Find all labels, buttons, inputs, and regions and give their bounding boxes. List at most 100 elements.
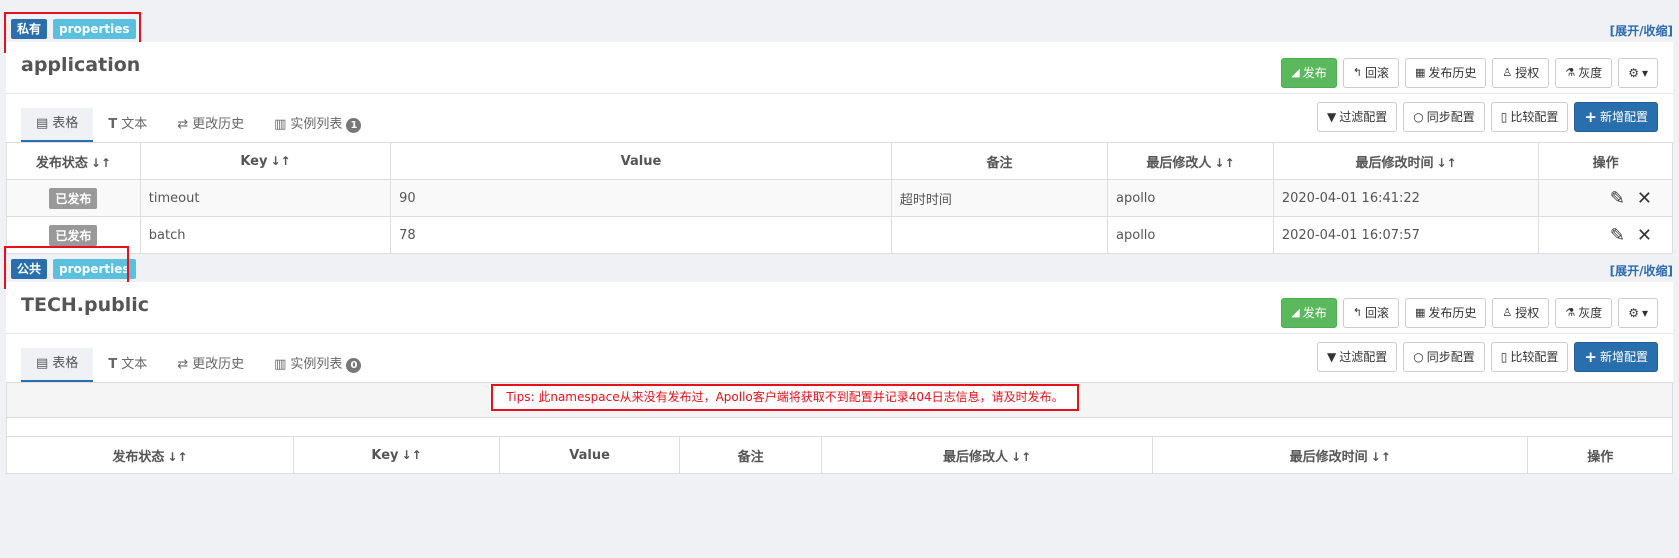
publish-button[interactable]: ◢ 发布 (1281, 298, 1337, 328)
col-key[interactable]: Key ↓↑ (139, 142, 392, 180)
calendar-icon: ▦ (1415, 66, 1426, 79)
tab-table[interactable]: ▤ 表格 (21, 348, 94, 382)
table-header: 发布状态 ↓↑ Key ↓↑ Value 备注 最后修改人 ↓↑ 最后修改时间 ↓↑ 操… (6, 436, 1673, 474)
cell-key: timeout (139, 179, 392, 217)
col-value: Value (390, 142, 892, 180)
gear-icon: ⚙ (1628, 306, 1639, 320)
rollback-icon: ↰ (1352, 306, 1362, 319)
expand-collapse-link[interactable]: [展开/收缩] (1610, 262, 1673, 279)
settings-dropdown-button[interactable]: ⚙ ▾ (1618, 298, 1658, 328)
tab-instances[interactable]: ▥ 实例列表 0 (259, 348, 376, 382)
tab-change-history[interactable]: ⇄ 更改历史 (162, 108, 259, 142)
add-config-button[interactable]: + 新增配置 (1574, 102, 1658, 132)
sort-icon: ↓↑ (167, 449, 188, 464)
table-icon: ▤ (36, 356, 49, 371)
rollback-button[interactable]: ↰ 回滚 (1342, 298, 1399, 328)
col-comment: 备注 (678, 436, 823, 474)
filter-icon: ▼ (1327, 110, 1337, 124)
instance-count-badge: 1 (346, 117, 362, 133)
gear-icon: ⚙ (1628, 66, 1639, 80)
namespace-title: application (21, 54, 141, 76)
sort-icon: ↓↑ (1214, 155, 1235, 170)
col-key[interactable]: Key ↓↑ (292, 436, 501, 474)
sync-icon: ○ (1413, 110, 1424, 124)
authorize-button[interactable]: ♙ 授权 (1492, 298, 1550, 328)
publish-history-button[interactable]: ▦ 发布历史 (1405, 58, 1487, 88)
col-status[interactable]: 发布状态 ↓↑ (6, 436, 294, 474)
config-table: 发布状态 ↓↑ Key ↓↑ Value 备注 最后修改人 ↓↑ 最后修改时间 ↓↑ 操… (6, 436, 1673, 474)
col-comment: 备注 (890, 142, 1109, 180)
list-icon: ▥ (274, 357, 287, 372)
col-operation: 操作 (1538, 142, 1673, 180)
send-icon: ◢ (1291, 306, 1300, 319)
status-badge: 已发布 (49, 187, 98, 209)
sort-icon: ↓↑ (270, 153, 291, 168)
filter-config-button[interactable]: ▼ 过滤配置 (1317, 342, 1398, 372)
flask-icon: ⚗ (1565, 66, 1576, 79)
gray-release-button[interactable]: ⚗ 灰度 (1555, 298, 1613, 328)
compare-config-button[interactable]: ▯ 比较配置 (1490, 102, 1569, 132)
user-icon: ♙ (1502, 306, 1513, 319)
calendar-icon: ▦ (1415, 306, 1426, 319)
col-modifier[interactable]: 最后修改人 ↓↑ (1107, 142, 1274, 180)
table-header: 发布状态 ↓↑ Key ↓↑ Value 备注 最后修改人 ↓↑ 最后修改时间 ↓↑ 操… (6, 142, 1673, 180)
table-icon: ▤ (36, 116, 49, 131)
sync-config-button[interactable]: ○ 同步配置 (1403, 102, 1485, 132)
tips-row: Tips: 此namespace从来没有发布过，Apollo客户端将获取不到配置… (6, 382, 1673, 418)
col-operation: 操作 (1527, 436, 1673, 474)
plus-icon: + (1584, 108, 1597, 126)
namespace-panel-application: 私有 properties [展开/收缩] application ◢ 发布 ↰ 回… (4, 0, 1673, 254)
filter-icon: ▼ (1327, 350, 1337, 364)
table-row: 已发布 timeout 90 超时时间 apollo 2020-04-01 16… (6, 179, 1673, 217)
edit-icon[interactable]: ✎ (1610, 188, 1625, 209)
instance-count-badge: 0 (346, 357, 362, 373)
sync-icon: ○ (1413, 350, 1424, 364)
plus-icon: + (1584, 348, 1597, 366)
publish-history-button[interactable]: ▦ 发布历史 (1405, 298, 1487, 328)
expand-collapse-link[interactable]: [展开/收缩] (1610, 22, 1673, 39)
flask-icon: ⚗ (1565, 306, 1576, 319)
authorize-button[interactable]: ♙ 授权 (1492, 58, 1550, 88)
publish-button[interactable]: ◢ 发布 (1281, 58, 1337, 88)
sort-icon: ↓↑ (1370, 449, 1391, 464)
sort-icon: ↓↑ (401, 447, 422, 462)
col-modifier[interactable]: 最后修改人 ↓↑ (821, 436, 1153, 474)
send-icon: ◢ (1291, 66, 1300, 79)
col-modified-time[interactable]: 最后修改时间 ↓↑ (1272, 142, 1540, 180)
retweet-icon: ⇄ (177, 117, 189, 132)
config-table: 发布状态 ↓↑ Key ↓↑ Value 备注 最后修改人 ↓↑ 最后修改时间 ↓↑ 操… (6, 142, 1673, 254)
settings-dropdown-button[interactable]: ⚙ ▾ (1618, 58, 1658, 88)
caret-down-icon: ▾ (1641, 306, 1648, 320)
add-config-button[interactable]: + 新增配置 (1574, 342, 1658, 372)
cell-modifier: apollo (1107, 179, 1274, 217)
tab-change-history[interactable]: ⇄ 更改历史 (162, 348, 259, 382)
tab-text[interactable]: T 文本 (93, 348, 162, 382)
sort-icon: ↓↑ (1011, 449, 1032, 464)
cell-time: 2020-04-01 16:41:22 (1272, 179, 1540, 217)
spacer (6, 418, 1673, 436)
compare-config-button[interactable]: ▯ 比较配置 (1490, 342, 1569, 372)
col-value: Value (499, 436, 680, 474)
cell-comment: 超时时间 (890, 179, 1109, 217)
sync-config-button[interactable]: ○ 同步配置 (1403, 342, 1485, 372)
sort-icon: ↓↑ (90, 155, 111, 170)
col-modified-time[interactable]: 最后修改时间 ↓↑ (1151, 436, 1529, 474)
sort-icon: ↓↑ (1436, 155, 1457, 170)
file-icon: ▯ (1500, 110, 1508, 124)
namespace-title: TECH.public (21, 294, 150, 316)
user-icon: ♙ (1502, 66, 1513, 79)
unpublished-tips: Tips: 此namespace从来没有发布过，Apollo客户端将获取不到配置… (491, 384, 1079, 411)
rollback-icon: ↰ (1352, 66, 1362, 79)
rollback-button[interactable]: ↰ 回滚 (1342, 58, 1399, 88)
tab-text[interactable]: T 文本 (93, 108, 162, 142)
col-status[interactable]: 发布状态 ↓↑ (6, 142, 141, 180)
text-icon: T (108, 117, 118, 132)
delete-icon[interactable]: ✕ (1637, 188, 1652, 209)
file-icon: ▯ (1500, 350, 1508, 364)
retweet-icon: ⇄ (177, 357, 189, 372)
text-icon: T (108, 357, 118, 372)
gray-release-button[interactable]: ⚗ 灰度 (1555, 58, 1613, 88)
tab-instances[interactable]: ▥ 实例列表 1 (259, 108, 376, 142)
filter-config-button[interactable]: ▼ 过滤配置 (1317, 102, 1398, 132)
tab-table[interactable]: ▤ 表格 (21, 108, 94, 142)
